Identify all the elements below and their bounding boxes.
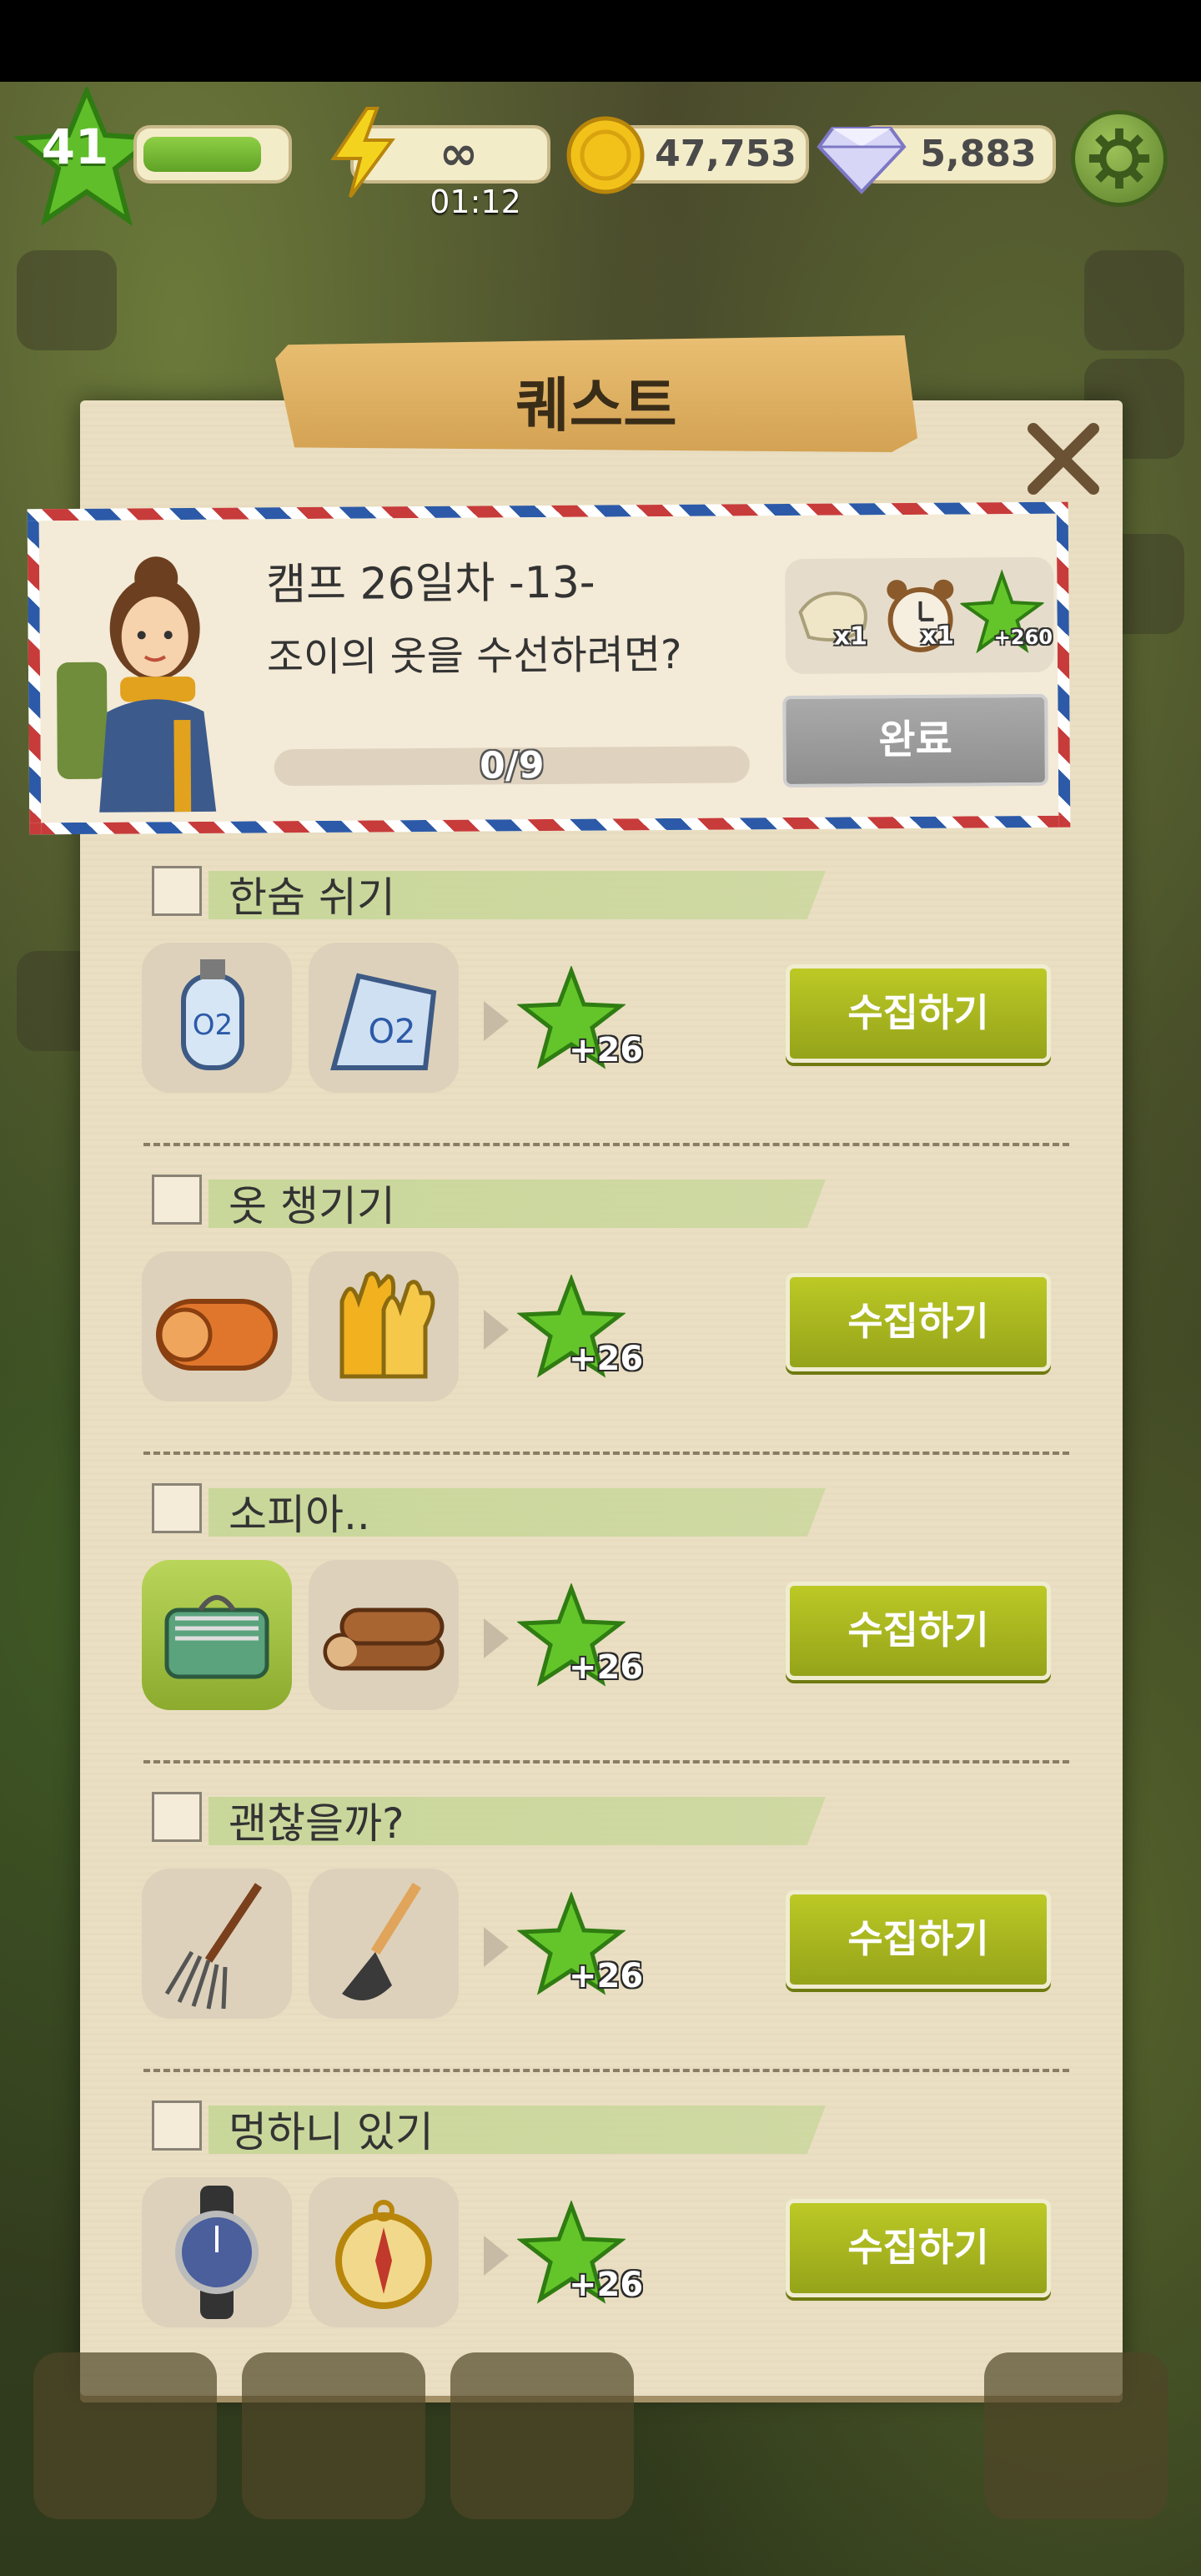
- svg-text:O2: O2: [193, 1009, 233, 1042]
- task-item-slot[interactable]: [309, 1869, 459, 2019]
- bottom-nav-button[interactable]: [450, 2352, 634, 2519]
- reward-qty: +260: [993, 625, 1053, 650]
- complete-button[interactable]: 완료: [782, 693, 1048, 788]
- reward-qty: x1: [920, 621, 955, 651]
- task-label: 소피아..: [229, 1491, 370, 1539]
- task-label: 멍하니 있기: [229, 2108, 434, 2156]
- arrow-icon: [484, 1310, 509, 1350]
- task-item-slot[interactable]: [142, 1869, 292, 2019]
- wristwatch-icon: [175, 2186, 259, 2319]
- collect-button[interactable]: 수집하기: [786, 964, 1051, 1063]
- quest-card: 캠프 26일차 -13- 조이의 옷을 수선하려면? 0/9 x1 x1 +26…: [27, 501, 1071, 835]
- side-shop-button[interactable]: [1084, 250, 1184, 350]
- collect-button[interactable]: 수집하기: [786, 1890, 1051, 1989]
- task-divider: [143, 1143, 1069, 1146]
- collect-button[interactable]: 수집하기: [786, 2199, 1051, 2297]
- task-divider: [143, 1760, 1069, 1763]
- oxygen-bag-icon: O2: [330, 973, 437, 1070]
- close-icon[interactable]: [1022, 417, 1105, 501]
- bottom-nav-button[interactable]: [242, 2352, 425, 2519]
- task-checkbox[interactable]: [152, 866, 202, 916]
- diamond-icon: [817, 127, 907, 194]
- task-label: 한숨 쉬기: [229, 873, 395, 922]
- panel-title: 퀘스트: [515, 371, 677, 440]
- bottom-nav-button[interactable]: [33, 2352, 217, 2519]
- svg-text:O2: O2: [369, 1013, 416, 1051]
- task-label: 괜찮을까?: [229, 1799, 405, 1848]
- gear-icon: [1088, 128, 1150, 189]
- task-checkbox[interactable]: [152, 2101, 202, 2151]
- quest-title: 조이의 옷을 수선하려면?: [266, 631, 682, 682]
- collect-button[interactable]: 수집하기: [786, 1582, 1051, 1680]
- task-row: 괜찮을까? +26 수집하기: [142, 1785, 1069, 2094]
- sleeping-mat-icon: [156, 1299, 278, 1371]
- work-gloves-icon: [339, 1271, 435, 1379]
- arrow-icon: [484, 2236, 509, 2276]
- quest-reward-box: x1 x1 +260: [785, 556, 1055, 675]
- task-label: 옷 챙기기: [229, 1182, 395, 1230]
- task-checkbox[interactable]: [152, 1792, 202, 1842]
- quest-progress-text: 0/9: [479, 744, 545, 787]
- task-row: 한숨 쉬기 O2 O2 +26 수집하기: [142, 859, 1069, 1168]
- arrow-icon: [484, 1001, 509, 1041]
- task-checkbox[interactable]: [152, 1483, 202, 1533]
- arrow-icon: [484, 1618, 509, 1658]
- gem-value: 5,883: [920, 133, 1037, 175]
- top-hud: 41 ∞ 01:12 47,753 5,883: [0, 82, 1201, 240]
- hoe-icon: [342, 1882, 422, 2000]
- task-item-slot[interactable]: [142, 1560, 292, 1710]
- xp-bar-fill: [143, 137, 261, 172]
- task-row: 옷 챙기기 +26 수집하기: [142, 1168, 1069, 1477]
- arrow-icon: [484, 1927, 509, 1967]
- firewood-icon: [323, 1607, 445, 1671]
- task-star-qty: +26: [569, 1648, 644, 1687]
- oxygen-tank-icon: O2: [181, 959, 244, 1070]
- task-divider: [143, 1452, 1069, 1455]
- rake-icon: [164, 1883, 263, 2010]
- task-star-qty: +26: [569, 2266, 644, 2304]
- settings-button[interactable]: [1071, 110, 1168, 207]
- task-item-slot[interactable]: O2: [309, 943, 459, 1093]
- task-item-slot[interactable]: [309, 2177, 459, 2327]
- level-number: 41: [41, 118, 109, 175]
- quest-chapter: 캠프 26일차 -13-: [266, 557, 595, 611]
- task-item-slot[interactable]: O2: [142, 943, 292, 1093]
- task-star-qty: +26: [569, 1957, 644, 1995]
- coin-icon: [566, 116, 645, 194]
- grill-icon: [164, 1595, 269, 1679]
- collect-button[interactable]: 수집하기: [786, 1273, 1051, 1371]
- energy-value: ∞: [439, 127, 479, 181]
- task-star-qty: +26: [569, 1031, 644, 1069]
- task-item-slot[interactable]: [142, 2177, 292, 2327]
- task-checkbox[interactable]: [152, 1175, 202, 1225]
- task-item-slot[interactable]: [309, 1560, 459, 1710]
- coin-value: 47,753: [655, 133, 796, 175]
- side-event-button[interactable]: [17, 250, 117, 350]
- character-portrait-icon: [57, 556, 217, 813]
- compass-icon: [335, 2200, 432, 2309]
- task-row: 소피아.. +26 수집하기: [142, 1477, 1069, 1785]
- energy-timer: 01:12: [430, 184, 521, 220]
- task-star-qty: +26: [569, 1340, 644, 1378]
- bottom-nav: [0, 2336, 1201, 2576]
- task-item-slot[interactable]: [142, 1251, 292, 1401]
- xp-bar: [133, 125, 292, 184]
- bottom-nav-button[interactable]: [984, 2352, 1168, 2519]
- status-bar: [0, 0, 1201, 82]
- task-item-slot[interactable]: [309, 1251, 459, 1401]
- task-divider: [143, 2069, 1069, 2072]
- reward-qty: x1: [833, 621, 868, 652]
